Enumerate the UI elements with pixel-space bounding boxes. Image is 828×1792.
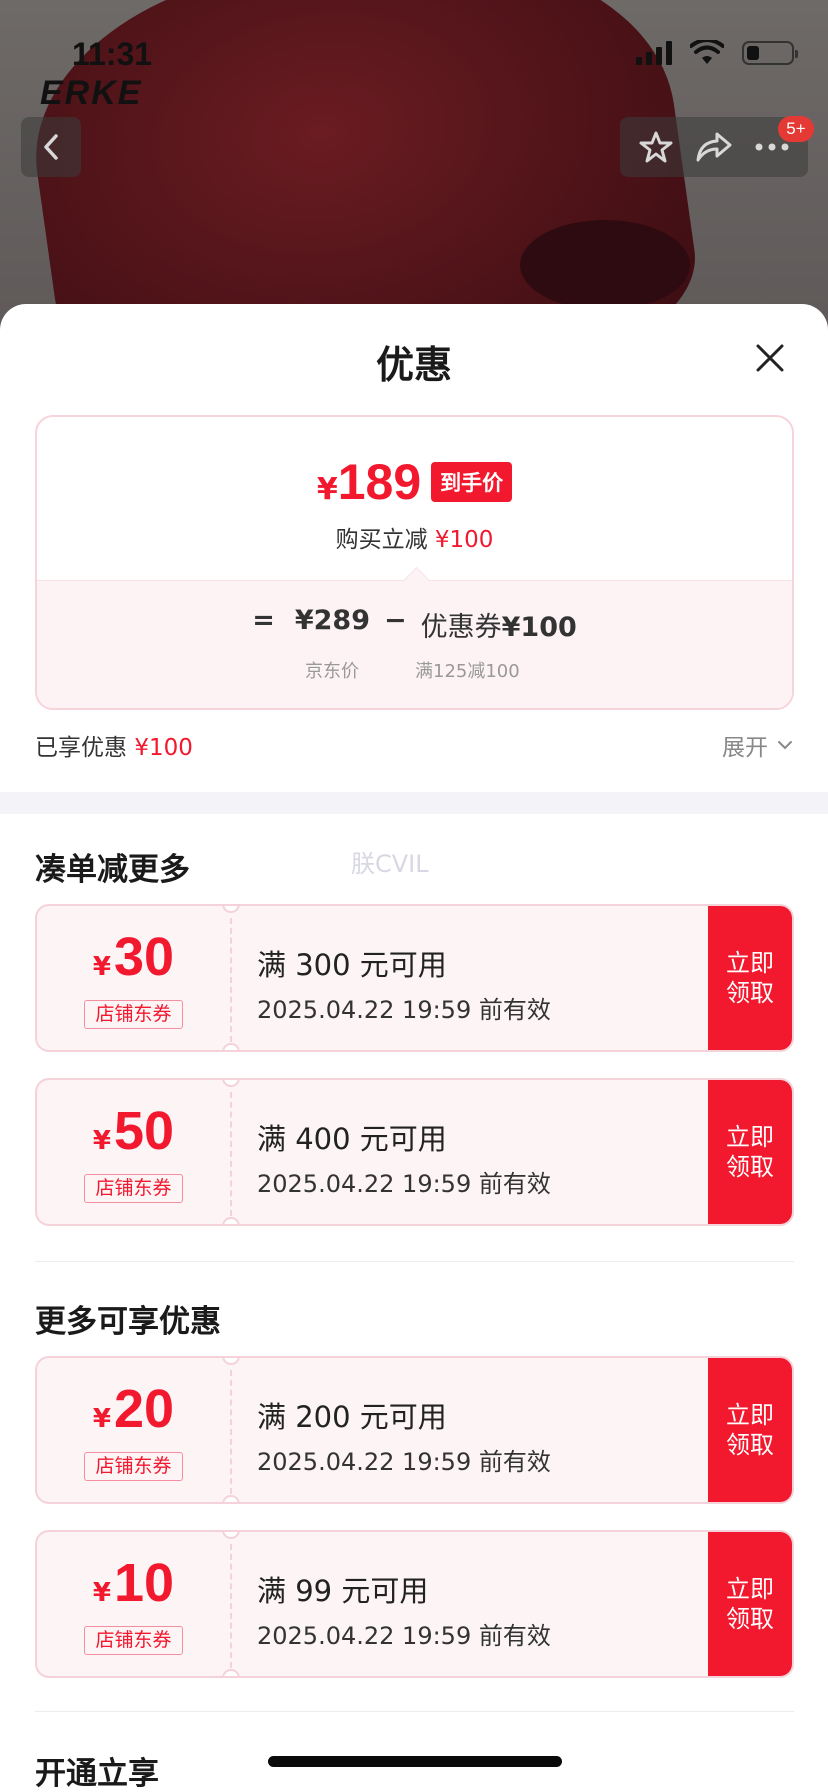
- claim-coupon-button[interactable]: 立即 领取: [708, 1358, 792, 1502]
- coupon-card: ¥ 30 店铺东券 满 300 元可用 2025.04.22 19:59 前有效…: [35, 904, 794, 1052]
- coupon-currency: ¥: [92, 1126, 111, 1156]
- coupon-amount: ¥ 50: [37, 1104, 230, 1158]
- formula-jd-price-caption: 京东价: [305, 661, 359, 682]
- expand-label: 展开: [722, 735, 768, 761]
- coupon-validity: 2025.04.22 19:59 前有效: [257, 1622, 551, 1650]
- instant-off: 购买立减 ¥100: [37, 520, 792, 554]
- coupon-condition: 满 300 元可用: [257, 948, 447, 982]
- product-cuff: [520, 220, 690, 310]
- section-divider-line: [35, 1261, 794, 1262]
- claim-label: 立即 领取: [726, 1575, 774, 1633]
- coupon-separator: [230, 1092, 232, 1216]
- section-divider: [0, 792, 828, 814]
- coupon-type-tag: 店铺东券: [84, 1452, 183, 1481]
- discount-sheet: 优惠 ¥ 189 到手价 购买立减 ¥100 = ¥289 − 优惠券¥100: [0, 304, 828, 1792]
- coupon-currency: ¥: [92, 952, 111, 982]
- formula-coupon-caption: 满125减100: [415, 661, 520, 682]
- sheet-title: 优惠: [375, 343, 452, 387]
- coupon-notch: [222, 1669, 240, 1676]
- section-title-more-offers: 更多可享优惠: [35, 1304, 221, 1340]
- coupon-validity: 2025.04.22 19:59 前有效: [257, 1448, 551, 1476]
- enjoyed-discount: 已享优惠 ¥100: [35, 728, 193, 762]
- coupon-amount-value: 20: [114, 1379, 175, 1439]
- coupon-amount: ¥ 30: [37, 930, 230, 984]
- section-title-more-deals: 凑单减更多: [35, 852, 190, 888]
- coupon-amount: ¥ 10: [37, 1556, 230, 1610]
- signal-icon: [636, 41, 672, 65]
- enjoyed-value: ¥100: [134, 735, 193, 761]
- coupon-amount-value: 30: [114, 927, 175, 987]
- coupon-validity: 2025.04.22 19:59 前有效: [257, 1170, 551, 1198]
- section-title-membership: 开通立享: [35, 1756, 159, 1792]
- coupon-validity: 2025.04.22 19:59 前有效: [257, 996, 551, 1024]
- coupon-amount: ¥ 20: [37, 1382, 230, 1436]
- coupon-amount-value: 50: [114, 1101, 175, 1161]
- share-icon[interactable]: [695, 130, 733, 164]
- final-price-value: 189: [337, 454, 422, 510]
- coupon-card: ¥ 10 店铺东券 满 99 元可用 2025.04.22 19:59 前有效 …: [35, 1530, 794, 1678]
- coupon-condition: 满 400 元可用: [257, 1122, 447, 1156]
- coupon-currency: ¥: [92, 1578, 111, 1608]
- coupon-card: ¥ 50 店铺东券 满 400 元可用 2025.04.22 19:59 前有效…: [35, 1078, 794, 1226]
- price-summary-card: ¥ 189 到手价 购买立减 ¥100 = ¥289 − 优惠券¥100 京东价…: [35, 415, 794, 710]
- watermark-text: 朕CVIL: [351, 850, 429, 878]
- coupon-notch: [222, 1043, 240, 1050]
- formula-jd-price: ¥289: [294, 605, 370, 636]
- section-divider-line: [35, 1711, 794, 1712]
- status-icons: [636, 40, 798, 66]
- claim-coupon-button[interactable]: 立即 领取: [708, 1532, 792, 1676]
- coupon-amount-value: 10: [114, 1553, 175, 1613]
- enjoyed-label: 已享优惠: [35, 735, 127, 761]
- price-formula: = ¥289 − 优惠券¥100 京东价 满125减100: [37, 580, 792, 708]
- cart-badge: 5+: [778, 116, 814, 142]
- status-time: 11:31: [72, 36, 153, 72]
- chevron-left-icon: [44, 134, 58, 160]
- formula-equals: =: [252, 605, 275, 636]
- close-icon[interactable]: [748, 336, 792, 380]
- formula-coupon: 优惠券¥100: [421, 605, 577, 644]
- claim-coupon-button[interactable]: 立即 领取: [708, 1080, 792, 1224]
- home-indicator[interactable]: [268, 1756, 562, 1767]
- instant-off-label: 购买立减: [335, 527, 428, 553]
- formula-minus: −: [384, 605, 407, 636]
- coupon-condition: 满 200 元可用: [257, 1400, 447, 1434]
- final-price-tag: 到手价: [431, 462, 513, 502]
- claim-coupon-button[interactable]: 立即 领取: [708, 906, 792, 1050]
- instant-off-value: ¥100: [434, 527, 494, 553]
- star-icon[interactable]: [638, 129, 674, 165]
- final-price-currency: ¥: [316, 471, 338, 507]
- final-price: ¥ 189 到手价: [37, 453, 792, 511]
- more-icon[interactable]: [754, 142, 790, 152]
- brand-logo: ERKE: [40, 74, 143, 112]
- coupon-separator: [230, 918, 232, 1042]
- coupon-card: ¥ 20 店铺东券 满 200 元可用 2025.04.22 19:59 前有效…: [35, 1356, 794, 1504]
- back-button[interactable]: [21, 117, 81, 177]
- formula-coupon-label: 优惠券: [420, 612, 502, 643]
- coupon-type-tag: 店铺东券: [84, 1626, 183, 1655]
- coupon-notch: [222, 1217, 240, 1224]
- coupon-notch: [222, 1495, 240, 1502]
- coupon-separator: [230, 1544, 232, 1668]
- coupon-type-tag: 店铺东券: [84, 1000, 183, 1029]
- battery-icon: [742, 41, 798, 65]
- claim-label: 立即 领取: [726, 1401, 774, 1459]
- chevron-down-icon: [778, 741, 792, 750]
- wifi-icon: [690, 40, 724, 64]
- formula-coupon-value: ¥100: [501, 612, 577, 643]
- coupon-condition: 满 99 元可用: [257, 1574, 429, 1608]
- coupon-currency: ¥: [92, 1404, 111, 1434]
- coupon-type-tag: 店铺东券: [84, 1174, 183, 1203]
- claim-label: 立即 领取: [726, 949, 774, 1007]
- claim-label: 立即 领取: [726, 1123, 774, 1181]
- expand-button[interactable]: 展开: [722, 728, 794, 762]
- coupon-separator: [230, 1370, 232, 1494]
